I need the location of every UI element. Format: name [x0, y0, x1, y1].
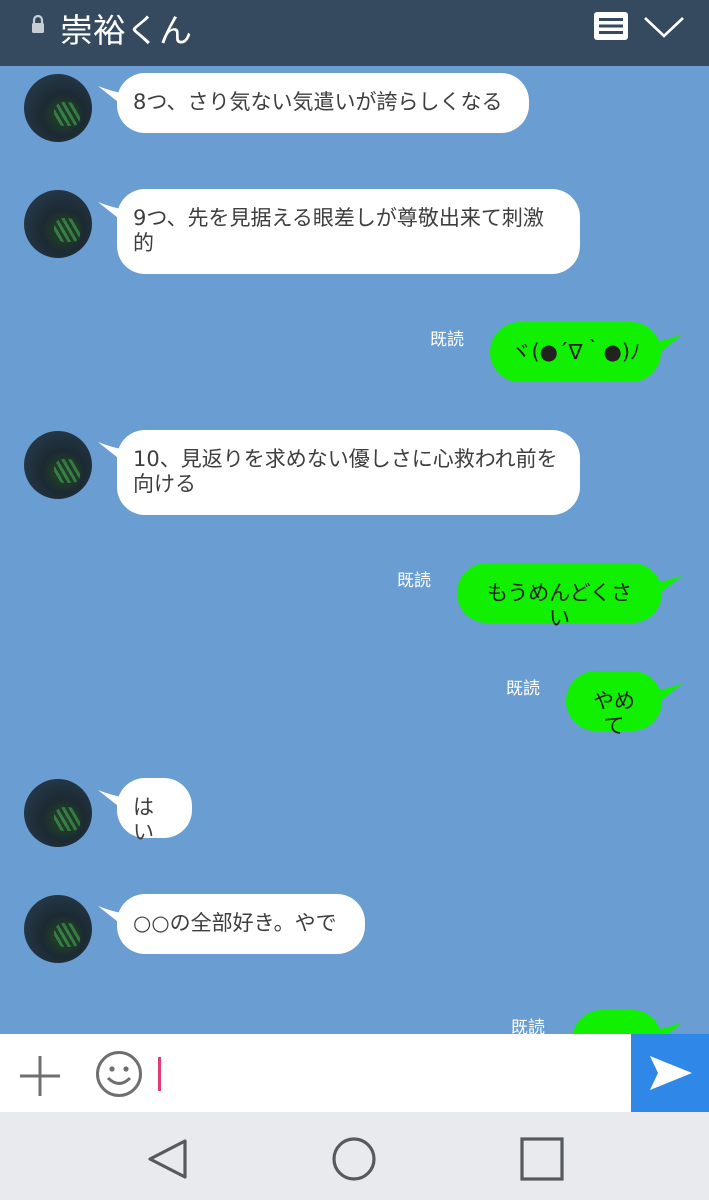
back-triangle-icon[interactable]: [145, 1137, 189, 1181]
menu-icon[interactable]: [593, 11, 629, 41]
message-input[interactable]: [165, 1040, 625, 1106]
bubble-tail: [655, 575, 683, 597]
read-receipt: 既読: [430, 330, 464, 350]
message-bubble[interactable]: やめて: [566, 671, 662, 738]
plus-icon[interactable]: [18, 1054, 62, 1098]
read-receipt: 既読: [511, 1018, 545, 1034]
avatar[interactable]: [24, 895, 92, 963]
avatar[interactable]: [24, 779, 92, 847]
bubble-tail: [655, 683, 683, 705]
message-bubble[interactable]: [572, 1010, 662, 1034]
system-nav-bar: [0, 1112, 709, 1200]
chevron-down-icon[interactable]: [642, 14, 686, 40]
message-bubble[interactable]: 9つ、先を見据える眼差しが尊敬出来て刺激的: [117, 189, 580, 274]
smiley-icon[interactable]: [95, 1050, 143, 1098]
bubble-tail: [655, 334, 683, 356]
read-receipt: 既読: [506, 679, 540, 699]
chat-area[interactable]: 8つ、さり気ない気遣いが誇らしくなる 9つ、先を見据える眼差しが尊敬出来て刺激的…: [0, 66, 709, 1034]
recent-apps-square-icon[interactable]: [519, 1136, 565, 1182]
bubble-tail: [655, 1022, 683, 1034]
message-bubble[interactable]: はい: [117, 778, 192, 844]
message-bubble[interactable]: ヾ(●´∇｀●)ﾉ: [490, 322, 661, 382]
message-bubble[interactable]: もうめんどくさい: [457, 563, 662, 630]
text-caret: [158, 1057, 161, 1091]
message-bubble[interactable]: 8つ、さり気ない気遣いが誇らしくなる: [117, 73, 529, 133]
send-button[interactable]: [631, 1034, 709, 1112]
message-bubble[interactable]: 10、見返りを求めない優しさに心救われ前を向ける: [117, 430, 580, 515]
lock-icon: [32, 14, 44, 33]
message-bubble[interactable]: ○○の全部好き。やで: [117, 894, 365, 954]
send-icon: [650, 1056, 692, 1090]
avatar[interactable]: [24, 74, 92, 142]
read-receipt: 既読: [397, 571, 431, 591]
chat-header: 崇裕くん: [0, 0, 709, 66]
avatar[interactable]: [24, 190, 92, 258]
home-circle-icon[interactable]: [331, 1136, 377, 1182]
chat-title: 崇裕くん: [60, 11, 192, 50]
avatar[interactable]: [24, 431, 92, 499]
